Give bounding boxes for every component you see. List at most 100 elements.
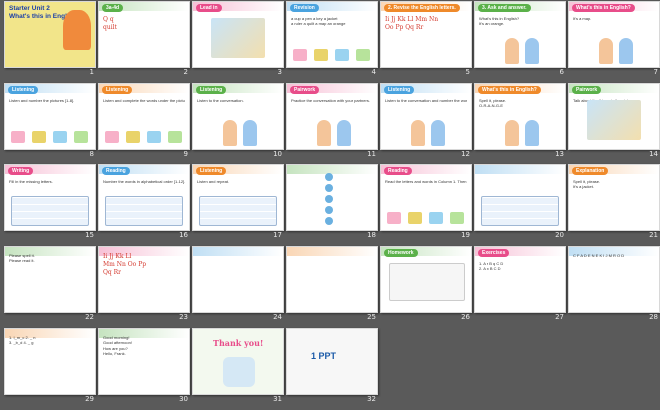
slide-thumbnail[interactable] bbox=[192, 246, 284, 313]
character-figure bbox=[223, 120, 237, 146]
slide-thumbnail[interactable]: 1 PPT bbox=[286, 328, 378, 395]
slide-number: 31 bbox=[273, 395, 282, 403]
slide-thumbnail[interactable]: PairworkTalk about the things in the pic… bbox=[568, 83, 660, 150]
slide-number: 30 bbox=[179, 395, 188, 403]
slide-cell: Revision a cup a pen a key a jacket a rule… bbox=[286, 1, 378, 81]
slide-number: 12 bbox=[461, 150, 470, 158]
slide-text-line: Listen and number the pictures [1-8]. bbox=[9, 98, 75, 103]
slide-text-line: Read the letters and words in Column 1. … bbox=[385, 179, 467, 184]
slide-thumbnail[interactable]: C F A D E N E K I J M R O D bbox=[568, 246, 660, 313]
slide-thumbnail[interactable]: Lead in bbox=[192, 1, 284, 68]
cover-illustration bbox=[63, 10, 91, 50]
slide-content: Read the letters and words in Column 1. … bbox=[385, 179, 467, 184]
slide-content: Q q quilt bbox=[103, 16, 185, 32]
table-block bbox=[199, 196, 277, 226]
slide-thumbnail[interactable]: Writing Fill in the missing letters. bbox=[4, 164, 96, 231]
slide-text-line: It's an orange. bbox=[479, 21, 505, 27]
slide-thumbnail[interactable]: Exercises 1. A r B q C D 2. A x B C D bbox=[474, 246, 566, 313]
object-picture bbox=[11, 131, 25, 143]
character-figure bbox=[505, 38, 519, 64]
slide-thumbnail[interactable]: Listening Listen and number the pictures … bbox=[4, 83, 96, 150]
match-dot bbox=[325, 184, 333, 192]
table-block bbox=[105, 196, 183, 226]
slide-number: 15 bbox=[85, 231, 94, 239]
object-picture bbox=[147, 131, 161, 143]
slide-thumbnail[interactable]: Pairwork Practice the conversation with y… bbox=[286, 83, 378, 150]
slide-thumbnail[interactable]: Good morning! Good afternoon! How are you?… bbox=[98, 328, 190, 395]
slide-cell: Listening Listen and complete the words u… bbox=[98, 83, 190, 163]
slide-text-line: 3. _b_d 4. _ g bbox=[9, 340, 34, 346]
slide-thumbnail[interactable] bbox=[474, 164, 566, 231]
slide-thumbnail[interactable]: What's this in English? It's a map. bbox=[568, 1, 660, 68]
slide-thumbnail[interactable]: What's this in English? Spell it, please.… bbox=[474, 83, 566, 150]
slide-content: Listen and number the pictures [1-8]. bbox=[9, 98, 91, 103]
slide-thumbnail[interactable]: 3. Ask and answer. What's this in English… bbox=[474, 1, 566, 68]
object-picture bbox=[429, 212, 443, 224]
character-figure bbox=[411, 120, 425, 146]
slide-title: Explanation bbox=[572, 167, 609, 175]
slide-thumbnail[interactable]: Homework bbox=[380, 246, 472, 313]
slide-cell: Ii Jj Kk Ll Mm Nn Oo Pp Qq Rr 23 bbox=[98, 246, 190, 326]
slide-content: 1. I_m_c 2. _ n 3. _b_d 4. _ g bbox=[9, 335, 91, 346]
slide-text-line: quilt bbox=[103, 24, 117, 32]
slide-thumbnail[interactable]: Explanation Spell it, please. It's a jacke… bbox=[568, 164, 660, 231]
character-figure bbox=[525, 120, 539, 146]
slide-number: 26 bbox=[461, 313, 470, 321]
slide-thumbnail[interactable]: 3a-4d Q q quilt bbox=[98, 1, 190, 68]
character-figure bbox=[505, 120, 519, 146]
slide-thumbnail[interactable]: Ii Jj Kk Ll Mm Nn Oo Pp Qq Rr bbox=[98, 246, 190, 313]
slide-thumbnail[interactable]: Starter Unit 2 What's this in English? bbox=[4, 1, 96, 68]
table-block bbox=[481, 196, 559, 226]
slide-number: 14 bbox=[649, 150, 658, 158]
slide-content: It's a map. bbox=[573, 16, 655, 21]
slide-text-line: Qq Rr bbox=[103, 269, 122, 277]
slide-number: 21 bbox=[649, 231, 658, 239]
slide-cell: Pairwork Practice the conversation with y… bbox=[286, 83, 378, 163]
slide-thumbnail[interactable]: Reading Number the words in alphabetical … bbox=[98, 164, 190, 231]
slide-thumbnail[interactable]: 1. I_m_c 2. _ n 3. _b_d 4. _ g bbox=[4, 328, 96, 395]
slide-content: C F A D E N E K I J M R O D bbox=[573, 253, 655, 258]
slide-cell: Reading Read the letters and words in Col… bbox=[380, 164, 472, 244]
slide-title: Pairwork bbox=[572, 86, 602, 94]
slide-thumbnail[interactable]: Revision a cup a pen a key a jacket a rule… bbox=[286, 1, 378, 68]
slide-number: 8 bbox=[89, 150, 94, 158]
slide-content: Fill in the missing letters. bbox=[9, 179, 91, 184]
slide-title: 3a-4d bbox=[102, 4, 124, 12]
slide-content: Listen to the conversation. bbox=[197, 98, 279, 103]
slide-cell: Please spell it. Please read it. 22 bbox=[4, 246, 96, 326]
slide-thumbnail[interactable]: Please spell it. Please read it. bbox=[4, 246, 96, 313]
slide-number: 5 bbox=[465, 68, 470, 76]
slide-cell: 24 bbox=[192, 246, 284, 326]
slide-thumbnail[interactable]: Listening Listen to the conversation and … bbox=[380, 83, 472, 150]
slide-thumbnail[interactable] bbox=[286, 246, 378, 313]
slide-cell: Listening Listen to the conversation. 10 bbox=[192, 83, 284, 163]
slide-number: 28 bbox=[649, 313, 658, 321]
object-picture bbox=[74, 131, 88, 143]
slide-thumbnail[interactable]: 2. Revise the English letters. Ii Jj Kk L… bbox=[380, 1, 472, 68]
slide-thumbnail[interactable]: Thank you! bbox=[192, 328, 284, 395]
slide-thumbnail[interactable]: Listening Listen and repeat. bbox=[192, 164, 284, 231]
slide-cell: Reading Number the words in alphabetical … bbox=[98, 164, 190, 244]
slide-thumbnail[interactable]: Listening Listen and complete the words u… bbox=[98, 83, 190, 150]
slide-thumbnail[interactable]: Listening Listen to the conversation. bbox=[192, 83, 284, 150]
slide-title: Listening bbox=[196, 167, 227, 175]
slide-content: Good morning! Good afternoon! How are you?… bbox=[103, 335, 185, 357]
slide-number: 16 bbox=[179, 231, 188, 239]
slide-header-bar bbox=[287, 165, 377, 174]
slide-number: 9 bbox=[183, 150, 188, 158]
character-figure bbox=[317, 120, 331, 146]
slide-number: 2 bbox=[183, 68, 188, 76]
homework-box bbox=[389, 263, 465, 301]
slide-thumbnail[interactable]: Reading Read the letters and words in Col… bbox=[380, 164, 472, 231]
object-picture bbox=[293, 49, 307, 61]
slide-header-bar bbox=[475, 165, 565, 174]
slide-thumbnail[interactable] bbox=[286, 164, 378, 231]
slide-cell: 3. Ask and answer. What's this in English… bbox=[474, 1, 566, 81]
slide-title: Listening bbox=[102, 86, 133, 94]
slide-cell: 20 bbox=[474, 164, 566, 244]
slide-text-line: Please read it. bbox=[9, 258, 35, 264]
table-block bbox=[11, 196, 89, 226]
slide-title: Pairwork bbox=[290, 86, 320, 94]
slide-title: Homework bbox=[384, 249, 418, 257]
slide-number: 23 bbox=[179, 313, 188, 321]
